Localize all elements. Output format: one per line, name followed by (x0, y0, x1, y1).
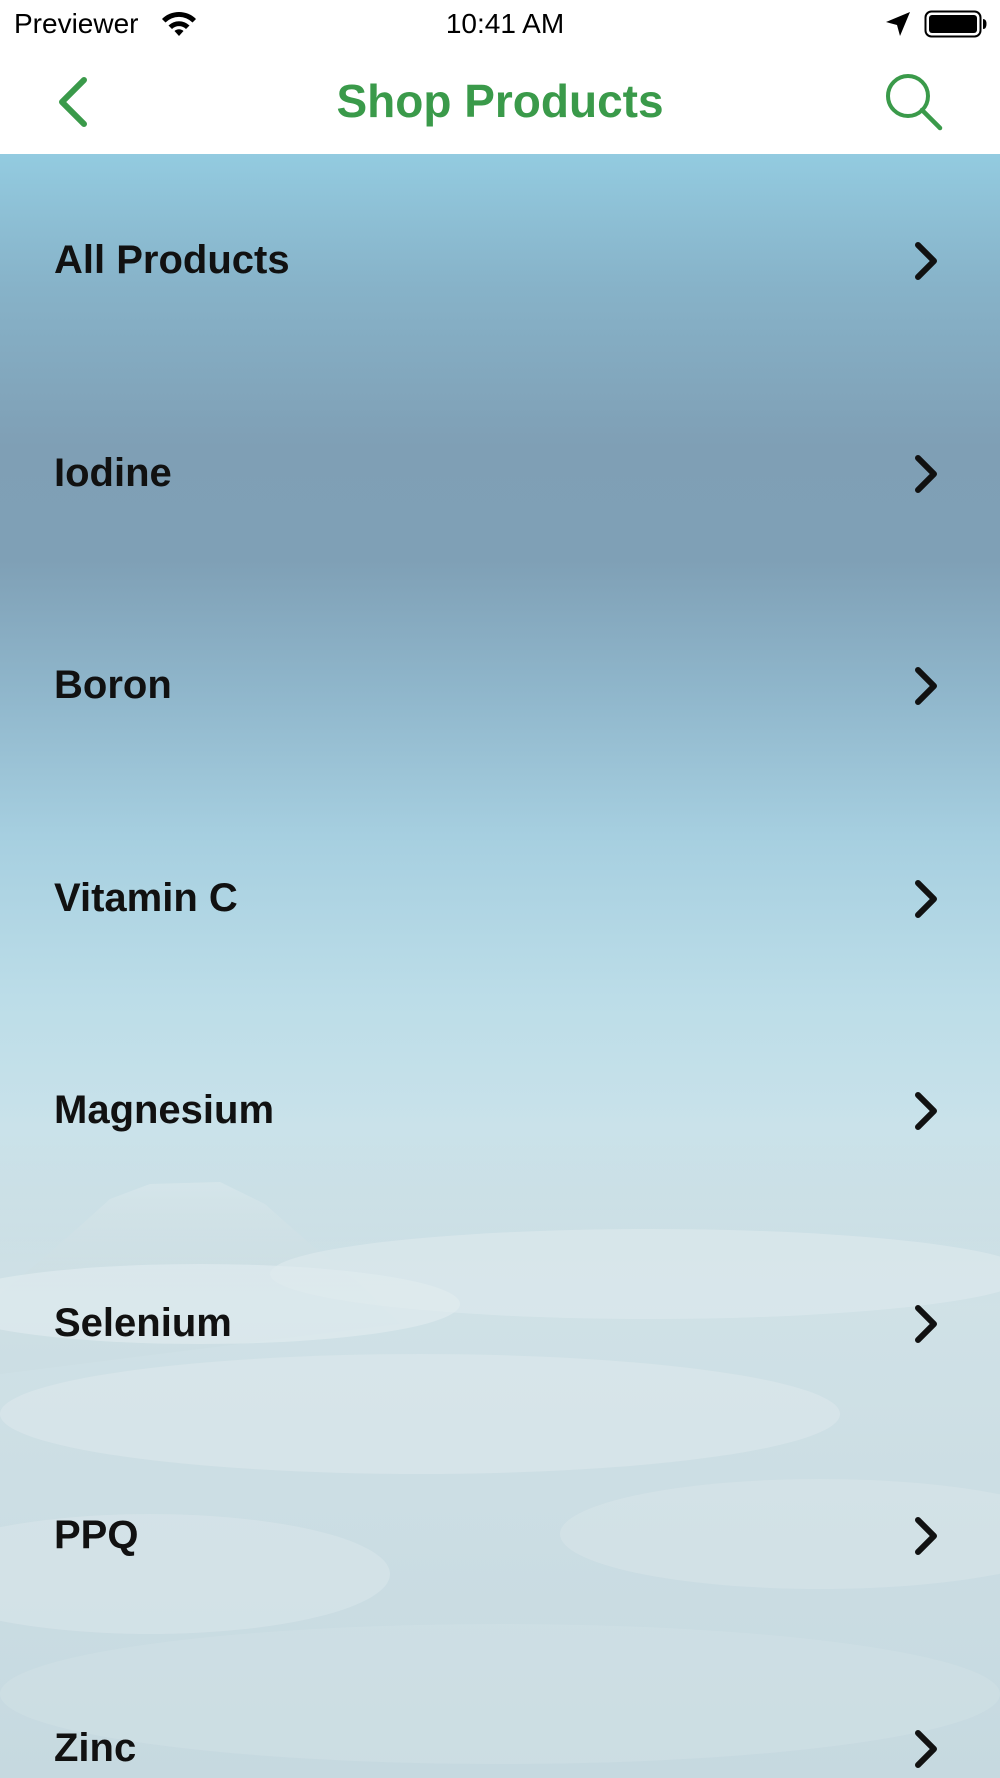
chevron-right-icon (915, 454, 937, 493)
page-title: Shop Products (336, 75, 664, 127)
chevron-right-icon (915, 1517, 937, 1555)
product-list: All Products Iodine Boron Vitamin C Magn… (0, 154, 1000, 1778)
list-item-selenium[interactable]: Selenium (0, 1217, 1000, 1430)
list-item-label: All Products (54, 238, 290, 282)
chevron-right-icon (915, 1092, 937, 1130)
list-item-ppq[interactable]: PPQ (0, 1429, 1000, 1642)
chevron-right-icon (915, 1304, 937, 1343)
status-bar: Previewer 10:41 AM (0, 0, 1000, 50)
list-item-all-products[interactable]: All Products (0, 154, 1000, 367)
chevron-right-icon (915, 242, 937, 280)
list-item-label: Magnesium (54, 1088, 275, 1132)
product-list-container[interactable]: All Products Iodine Boron Vitamin C Magn… (0, 154, 1000, 1778)
search-icon (886, 74, 943, 131)
list-item-label: Boron (54, 663, 172, 707)
list-item-label: Iodine (54, 450, 172, 495)
list-item-magnesium[interactable]: Magnesium (0, 1004, 1000, 1217)
clock: 10:41 AM (445, 8, 565, 39)
list-item-label: Selenium (54, 1300, 232, 1345)
list-item-iodine[interactable]: Iodine (0, 367, 1000, 580)
list-item-label: Vitamin C (54, 875, 238, 920)
search-button[interactable] (882, 70, 946, 134)
chevron-right-icon (915, 879, 937, 918)
navigation-bar: Shop Products (0, 50, 1000, 154)
chevron-right-icon (915, 667, 937, 705)
list-item-vitamin-c[interactable]: Vitamin C (0, 792, 1000, 1005)
chevron-right-icon (915, 1729, 937, 1768)
battery-icon (924, 10, 987, 38)
list-item-label: Zinc (54, 1725, 137, 1770)
list-item-boron[interactable]: Boron (0, 579, 1000, 792)
list-item-zinc[interactable]: Zinc (0, 1642, 1000, 1778)
location-arrow-icon (886, 12, 910, 36)
list-item-label: PPQ (54, 1513, 139, 1557)
